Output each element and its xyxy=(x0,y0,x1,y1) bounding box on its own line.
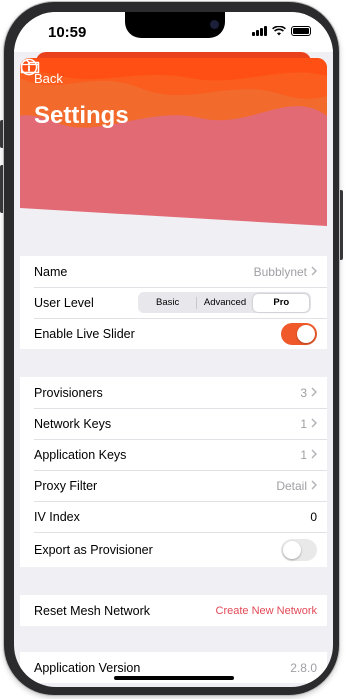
chevron-right-icon xyxy=(311,387,317,397)
create-new-network-button[interactable]: Create New Network xyxy=(216,605,317,617)
wifi-icon xyxy=(272,26,286,36)
camera-icon xyxy=(210,20,219,29)
user-level-row: User Level Basic Advanced Pro xyxy=(20,287,327,318)
phone-screen: 10:59 Back Settings Name Bubblynet User … xyxy=(14,12,333,687)
toggle-knob xyxy=(283,540,301,559)
iv-index-value: 0 xyxy=(310,509,317,524)
page-title: Settings xyxy=(34,102,129,129)
application-keys-label: Application Keys xyxy=(34,447,127,462)
status-time: 10:59 xyxy=(48,24,87,41)
proxy-filter-value: Detail xyxy=(276,478,307,493)
user-level-segmented-control[interactable]: Basic Advanced Pro xyxy=(138,292,311,313)
chevron-right-icon xyxy=(311,418,317,428)
segment-pro[interactable]: Pro xyxy=(253,293,310,312)
reset-section: Reset Mesh Network Create New Network xyxy=(20,595,327,626)
network-keys-value: 1 xyxy=(300,416,307,431)
segment-advanced[interactable]: Advanced xyxy=(197,294,253,312)
segment-basic[interactable]: Basic xyxy=(140,294,196,312)
export-provisioner-row: Export as Provisioner xyxy=(20,532,327,567)
proxy-filter-row[interactable]: Proxy Filter Detail xyxy=(20,470,327,501)
toggle-knob xyxy=(297,324,315,343)
battery-icon xyxy=(291,26,311,36)
application-keys-value: 1 xyxy=(300,447,307,462)
provisioners-row[interactable]: Provisioners 3 xyxy=(20,377,327,408)
live-slider-label: Enable Live Slider xyxy=(34,326,135,341)
settings-sheet: Back Settings Name Bubblynet User Level xyxy=(20,58,327,687)
network-keys-row[interactable]: Network Keys 1 xyxy=(20,408,327,439)
network-section: Provisioners 3 Network Keys 1 Applicatio… xyxy=(20,377,327,567)
reset-mesh-row[interactable]: Reset Mesh Network Create New Network xyxy=(20,595,327,626)
provisioners-label: Provisioners xyxy=(34,385,103,400)
chevron-right-icon xyxy=(311,449,317,459)
user-level-label: User Level xyxy=(34,295,94,310)
status-bar: 10:59 xyxy=(14,12,333,52)
export-provisioner-label: Export as Provisioner xyxy=(34,542,153,557)
provisioners-value: 3 xyxy=(300,385,307,400)
application-keys-row[interactable]: Application Keys 1 xyxy=(20,439,327,470)
chevron-right-icon xyxy=(311,266,317,276)
home-indicator[interactable] xyxy=(114,676,234,680)
iv-index-row: IV Index 0 xyxy=(20,501,327,532)
name-value: Bubblynet xyxy=(253,264,307,279)
status-icons xyxy=(252,26,311,36)
app-version-label: Application Version xyxy=(34,660,141,675)
name-label: Name xyxy=(34,264,68,279)
name-row[interactable]: Name Bubblynet xyxy=(20,256,327,287)
live-slider-toggle[interactable] xyxy=(281,322,317,345)
iv-index-label: IV Index xyxy=(34,509,80,524)
general-section: Name Bubblynet User Level Basic Advanced… xyxy=(20,256,327,349)
cellular-signal-icon xyxy=(252,26,267,36)
header-wave-background xyxy=(20,58,327,228)
reset-mesh-label: Reset Mesh Network xyxy=(34,603,151,618)
network-keys-label: Network Keys xyxy=(34,416,112,431)
proxy-filter-label: Proxy Filter xyxy=(34,478,98,493)
export-provisioner-toggle[interactable] xyxy=(281,538,317,561)
side-button-right xyxy=(339,190,343,260)
app-version-value: 2.8.0 xyxy=(290,660,317,675)
chevron-right-icon xyxy=(311,480,317,490)
live-slider-row: Enable Live Slider xyxy=(20,318,327,349)
settings-header: Back Settings xyxy=(20,58,327,228)
info-icon[interactable] xyxy=(20,58,38,76)
